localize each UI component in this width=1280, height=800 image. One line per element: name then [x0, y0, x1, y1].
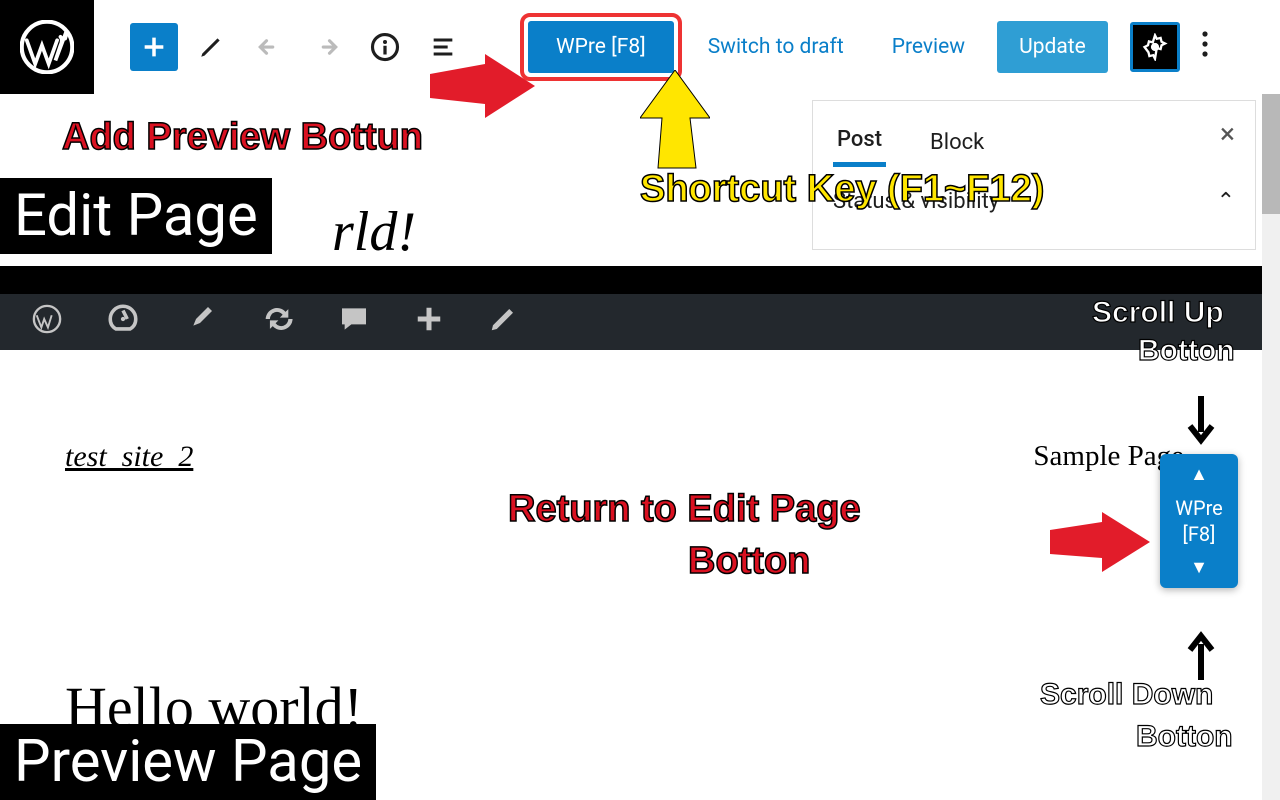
- wpre-preview-button[interactable]: WPre [F8]: [528, 21, 674, 73]
- anno-shortcut: Shortcut Key (F1~F12): [640, 168, 1044, 211]
- anno-scroll-up-2: Botton: [1138, 334, 1235, 368]
- brush-icon: [184, 303, 216, 335]
- admin-customize[interactable]: [162, 303, 238, 342]
- plus-icon: [414, 304, 444, 334]
- admin-comments[interactable]: [316, 303, 392, 342]
- anno-return-edit: Return to Edit Page: [508, 488, 861, 531]
- anno-scroll-down: Scroll Down: [1040, 678, 1213, 712]
- anno-scroll-down-2: Botton: [1136, 720, 1233, 754]
- gear-icon: [1141, 33, 1169, 61]
- scrollbar-thumb[interactable]: [1262, 94, 1280, 214]
- redo-icon: [312, 32, 342, 62]
- info-icon: [370, 32, 400, 62]
- anno-return-edit-2: Botton: [688, 540, 810, 583]
- scroll-up-button[interactable]: ▲: [1160, 464, 1238, 485]
- tab-post[interactable]: Post: [833, 117, 886, 167]
- edit-tool[interactable]: [186, 22, 236, 72]
- wp-admin-bar: [0, 294, 1280, 350]
- wordpress-logo[interactable]: [0, 0, 94, 94]
- admin-updates[interactable]: [238, 302, 316, 343]
- refresh-icon: [260, 302, 294, 336]
- close-sidebar-button[interactable]: ×: [1220, 117, 1235, 150]
- comment-icon: [338, 303, 370, 335]
- pencil-icon: [488, 304, 518, 334]
- anno-add-preview: Add Preview Bottun: [62, 116, 423, 159]
- add-block-button[interactable]: [130, 23, 178, 71]
- chevron-up-icon: ⌃: [1217, 189, 1235, 214]
- update-button[interactable]: Update: [997, 21, 1108, 73]
- admin-dashboard[interactable]: [84, 302, 162, 343]
- yellow-arrow-icon: [640, 70, 710, 170]
- scroll-down-button[interactable]: ▼: [1160, 557, 1238, 578]
- tab-block[interactable]: Block: [926, 120, 988, 165]
- sidebar-tabs: Post Block ×: [813, 101, 1255, 167]
- wordpress-icon: [32, 304, 62, 334]
- wpre-return-button[interactable]: WPre [F8]: [1160, 485, 1238, 557]
- editor-content-fragment: rld!: [332, 200, 416, 264]
- settings-button[interactable]: [1130, 22, 1180, 72]
- black-up-arrow-icon: [1184, 628, 1218, 680]
- black-down-arrow-icon: [1184, 396, 1218, 448]
- wordpress-icon: [20, 20, 74, 74]
- switch-to-draft-button[interactable]: Switch to draft: [694, 27, 858, 67]
- dashboard-icon: [106, 302, 140, 336]
- admin-wp-logo[interactable]: [10, 304, 84, 341]
- more-options-button[interactable]: [1194, 22, 1216, 73]
- admin-new[interactable]: [392, 304, 466, 341]
- undo-button[interactable]: [244, 22, 294, 72]
- wpre-label: WPre [F8]: [556, 35, 646, 59]
- vertical-dots-icon: [1202, 30, 1208, 58]
- wpre-float-widget: ▲ WPre [F8] ▼: [1160, 454, 1238, 588]
- red-arrow-icon: [430, 54, 540, 124]
- undo-icon: [254, 32, 284, 62]
- anno-scroll-up: Scroll Up: [1092, 296, 1224, 330]
- redo-button[interactable]: [302, 22, 352, 72]
- plus-icon: [140, 33, 168, 61]
- label-edit-page: Edit Page: [0, 178, 272, 254]
- info-button[interactable]: [360, 22, 410, 72]
- separator-bar: [0, 266, 1280, 294]
- red-arrow-icon: [1050, 512, 1154, 576]
- scrollbar[interactable]: [1262, 94, 1280, 800]
- label-preview-page: Preview Page: [0, 724, 376, 800]
- pencil-icon: [198, 34, 224, 60]
- admin-edit[interactable]: [466, 304, 540, 341]
- preview-button[interactable]: Preview: [878, 27, 979, 67]
